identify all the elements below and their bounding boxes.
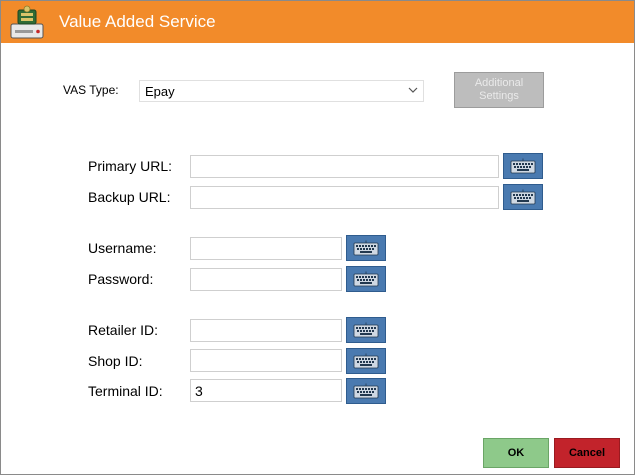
retailer-id-label: Retailer ID: xyxy=(88,322,159,338)
backup-url-input[interactable] xyxy=(190,186,499,209)
keyboard-icon xyxy=(353,322,379,338)
shop-id-keyboard-button[interactable] xyxy=(346,348,386,374)
retailer-id-keyboard-button[interactable] xyxy=(346,317,386,343)
vas-type-value: Epay xyxy=(145,84,175,99)
primary-url-keyboard-button[interactable] xyxy=(503,153,543,179)
password-label: Password: xyxy=(88,271,154,287)
username-keyboard-button[interactable] xyxy=(346,235,386,261)
keyboard-icon xyxy=(510,158,536,174)
shop-id-input[interactable] xyxy=(190,349,342,372)
terminal-id-input[interactable] xyxy=(190,379,342,402)
primary-url-label: Primary URL: xyxy=(88,158,173,174)
password-input[interactable] xyxy=(190,268,342,291)
vas-type-label: VAS Type: xyxy=(63,83,119,97)
title-bar: Value Added Service xyxy=(1,1,634,43)
ok-button[interactable]: OK xyxy=(483,438,549,468)
shop-id-label: Shop ID: xyxy=(88,353,143,369)
cash-drawer-icon xyxy=(10,5,44,39)
password-keyboard-button[interactable] xyxy=(346,266,386,292)
chevron-down-icon xyxy=(408,87,418,93)
cancel-button[interactable]: Cancel xyxy=(554,438,620,468)
terminal-id-keyboard-button[interactable] xyxy=(346,378,386,404)
additional-settings-button[interactable]: Additional Settings xyxy=(454,72,544,108)
backup-url-label: Backup URL: xyxy=(88,189,171,205)
window-title: Value Added Service xyxy=(59,12,216,31)
keyboard-icon xyxy=(353,271,379,287)
keyboard-icon xyxy=(353,240,379,256)
username-input[interactable] xyxy=(190,237,342,260)
retailer-id-input[interactable] xyxy=(190,319,342,342)
keyboard-icon xyxy=(510,189,536,205)
vas-type-select[interactable]: Epay xyxy=(139,80,424,102)
primary-url-input[interactable] xyxy=(190,155,499,178)
terminal-id-label: Terminal ID: xyxy=(88,383,163,399)
keyboard-icon xyxy=(353,353,379,369)
vas-dialog: Value Added Service VAS Type: Epay Addit… xyxy=(0,0,635,475)
keyboard-icon xyxy=(353,383,379,399)
username-label: Username: xyxy=(88,240,157,256)
backup-url-keyboard-button[interactable] xyxy=(503,184,543,210)
